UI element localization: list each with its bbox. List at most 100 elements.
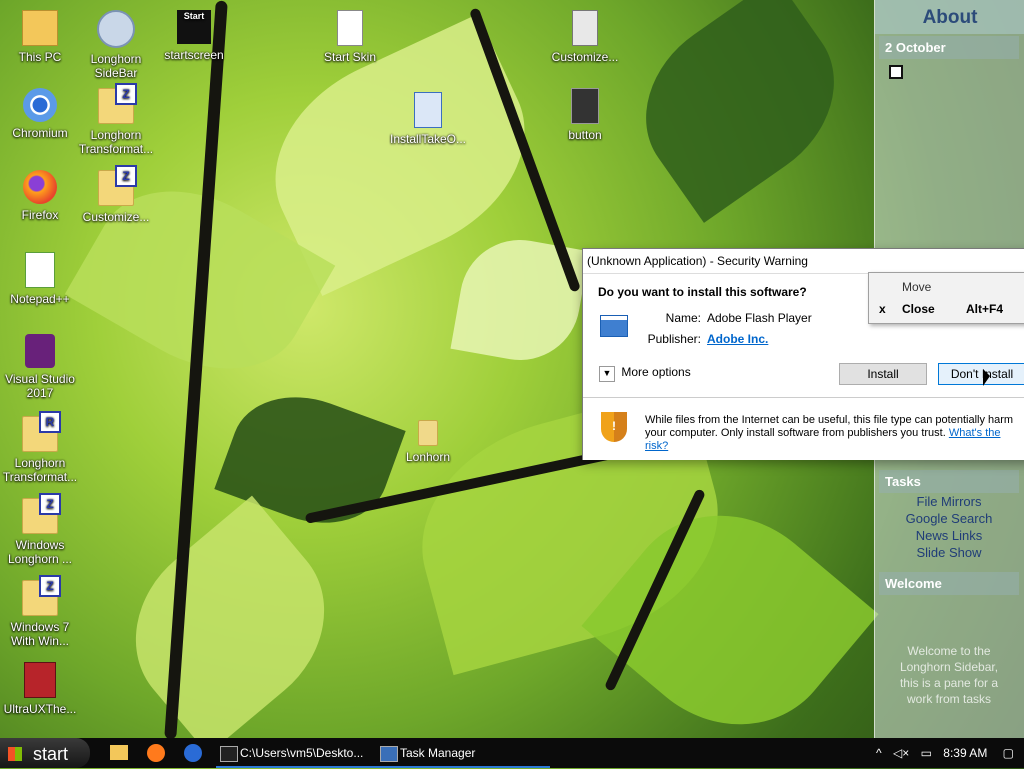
publisher-label: Publisher: bbox=[647, 332, 701, 346]
desktop-icon-label: Longhorn SideBar bbox=[90, 52, 142, 80]
desktop-icon-label: Notepad++ bbox=[10, 292, 70, 306]
sidebar-welcome-tile: Welcome Welcome to the Longhorn Sidebar,… bbox=[879, 572, 1019, 732]
sidebar-welcome-text: Welcome to the Longhorn Sidebar, this is… bbox=[899, 644, 999, 706]
taskbar: start C:\Users\vm5\Deskto... Task Manage… bbox=[0, 738, 1024, 768]
desktop-icon-start-skin[interactable]: Start Skin bbox=[310, 10, 390, 64]
desktop-icon-label: button bbox=[568, 128, 602, 142]
notifications-icon[interactable]: ▢ bbox=[1003, 746, 1014, 760]
install-button[interactable]: Install bbox=[839, 363, 927, 385]
notes-icon[interactable] bbox=[889, 65, 903, 79]
desktop-icon-label: Lonhorn bbox=[405, 450, 451, 464]
desktop-icon-installtakeown[interactable]: InstallTakeO... bbox=[388, 92, 468, 146]
mouse-cursor-icon bbox=[983, 369, 990, 386]
desktop-icon-label: InstallTakeO... bbox=[389, 132, 467, 146]
sidebar-tasks-title: Tasks bbox=[879, 470, 1019, 493]
file-icon bbox=[337, 10, 363, 46]
desktop-icon-customize-folder[interactable]: Z Customize... bbox=[76, 165, 156, 224]
desktop-icon-label: Longhorn Transformat... bbox=[2, 456, 78, 484]
desktop-icon-button[interactable]: button bbox=[545, 88, 625, 142]
task-slide-show[interactable]: Slide Show bbox=[879, 544, 1019, 561]
desktop-icon-windows-longhorn[interactable]: Z Windows Longhorn ... bbox=[0, 493, 80, 566]
this-pc-icon bbox=[22, 10, 58, 46]
folder-icon bbox=[418, 420, 438, 446]
longhorn-sidebar-icon bbox=[97, 10, 135, 48]
task-news-links[interactable]: News Links bbox=[879, 527, 1019, 544]
shield-warning-icon: ! bbox=[601, 412, 627, 442]
sidebar-welcome-title: Welcome bbox=[879, 572, 1019, 595]
ultrauxtheme-icon bbox=[24, 662, 56, 698]
sidebar-tasks-list: File Mirrors Google Search News Links Sl… bbox=[879, 493, 1019, 561]
desktop-icon-label: startscreen bbox=[164, 48, 224, 62]
warning-text: While files from the Internet can be use… bbox=[645, 414, 1014, 452]
menu-item-close[interactable]: x Close Alt+F4 bbox=[869, 298, 1024, 320]
desktop-icon-longhorn-sidebar[interactable]: Longhorn SideBar bbox=[76, 10, 156, 80]
chromium-icon bbox=[23, 88, 57, 122]
dialog-question: Do you want to install this software? bbox=[598, 285, 807, 299]
chromium-taskbar-icon[interactable] bbox=[184, 744, 202, 762]
name-value: Adobe Flash Player bbox=[707, 311, 812, 325]
cmd-icon bbox=[220, 746, 238, 762]
taskbar-cmd-window[interactable]: C:\Users\vm5\Deskto... bbox=[216, 740, 390, 768]
settings-file-icon bbox=[572, 10, 598, 46]
sidebar-about-title[interactable]: About bbox=[875, 0, 1024, 34]
chevron-down-icon: ▼ bbox=[599, 366, 615, 382]
name-label: Name: bbox=[665, 311, 701, 325]
task-file-mirrors[interactable]: File Mirrors bbox=[879, 493, 1019, 510]
dont-install-button[interactable]: Don't Install bbox=[938, 363, 1024, 385]
chevron-up-icon[interactable]: ^ bbox=[876, 746, 882, 760]
desktop-icon-ultrauxtheme[interactable]: UltraUXThe... bbox=[0, 662, 80, 716]
network-icon[interactable]: ▭ bbox=[921, 746, 932, 760]
desktop-icon-label: Start Skin bbox=[323, 50, 377, 64]
desktop-icon-chromium[interactable]: Chromium bbox=[0, 88, 80, 140]
desktop-icon-label: Windows Longhorn ... bbox=[7, 538, 73, 566]
dialog-footer: ! While files from the Internet can be u… bbox=[583, 397, 1024, 460]
folder-icon: R bbox=[22, 411, 61, 452]
volume-muted-icon[interactable]: ◁× bbox=[893, 746, 909, 760]
system-tray: ^ ◁× ▭ 8:39 AM ▢ bbox=[876, 738, 1014, 768]
desktop-icon-lonhorn[interactable]: Lonhorn bbox=[388, 420, 468, 464]
notepadpp-icon bbox=[25, 252, 55, 288]
desktop-icon-label: Customize... bbox=[82, 210, 150, 224]
more-options-label: More options bbox=[621, 365, 691, 379]
desktop-icon-customize[interactable]: Customize... bbox=[545, 10, 625, 64]
desktop-icon-firefox[interactable]: Firefox bbox=[0, 170, 80, 222]
desktop-icon-label: Chromium bbox=[12, 126, 68, 140]
visual-studio-icon bbox=[25, 334, 55, 368]
file-explorer-icon[interactable] bbox=[110, 745, 128, 760]
desktop-icon-label: Visual Studio 2017 bbox=[5, 372, 75, 400]
installer-icon bbox=[414, 92, 442, 128]
taskbar-task-manager[interactable]: Task Manager bbox=[376, 740, 550, 768]
clock[interactable]: 8:39 AM bbox=[943, 746, 987, 760]
desktop-icon-visual-studio[interactable]: Visual Studio 2017 bbox=[0, 334, 80, 400]
firefox-icon bbox=[23, 170, 57, 204]
desktop-icon-label: Customize... bbox=[551, 50, 619, 64]
desktop-icon-label: Firefox bbox=[21, 208, 59, 222]
desktop-icon-label: This PC bbox=[18, 50, 62, 64]
folder-icon: Z bbox=[98, 83, 137, 124]
sidebar-clock-tile: 2 October bbox=[879, 36, 1019, 226]
more-options-toggle[interactable]: ▼ More options bbox=[599, 365, 691, 382]
desktop-icon-longhorn-transformation-r[interactable]: R Longhorn Transformat... bbox=[0, 411, 80, 484]
desktop-icon-longhorn-transformation[interactable]: Z Longhorn Transformat... bbox=[76, 83, 156, 156]
window-context-menu: Move x Close Alt+F4 bbox=[868, 272, 1024, 324]
desktop-icon-this-pc[interactable]: This PC bbox=[0, 10, 80, 64]
installer-file-icon bbox=[600, 315, 628, 337]
windows-logo-icon bbox=[8, 747, 22, 762]
publisher-link[interactable]: Adobe Inc. bbox=[707, 332, 768, 346]
desktop-icon-label: Windows 7 With Win... bbox=[10, 620, 70, 648]
folder-icon: Z bbox=[22, 575, 61, 616]
start-button[interactable]: start bbox=[0, 738, 90, 768]
desktop-icon-startscreen[interactable]: Start startscreen bbox=[154, 10, 234, 62]
sidebar-tasks-tile: Tasks File Mirrors Google Search News Li… bbox=[879, 470, 1019, 568]
button-icon bbox=[571, 88, 599, 124]
desktop-icon-notepadpp[interactable]: Notepad++ bbox=[0, 252, 80, 306]
folder-icon: Z bbox=[22, 493, 61, 534]
firefox-taskbar-icon[interactable] bbox=[147, 744, 165, 762]
menu-item-move[interactable]: Move bbox=[869, 276, 1024, 298]
dialog-title[interactable]: (Unknown Application) - Security Warning bbox=[583, 249, 1024, 274]
task-google-search[interactable]: Google Search bbox=[879, 510, 1019, 527]
sidebar-date: 2 October bbox=[879, 36, 1019, 59]
desktop-icon-windows-7[interactable]: Z Windows 7 With Win... bbox=[0, 575, 80, 648]
desktop-icon-label: Longhorn Transformat... bbox=[78, 128, 154, 156]
task-manager-icon bbox=[380, 746, 398, 762]
